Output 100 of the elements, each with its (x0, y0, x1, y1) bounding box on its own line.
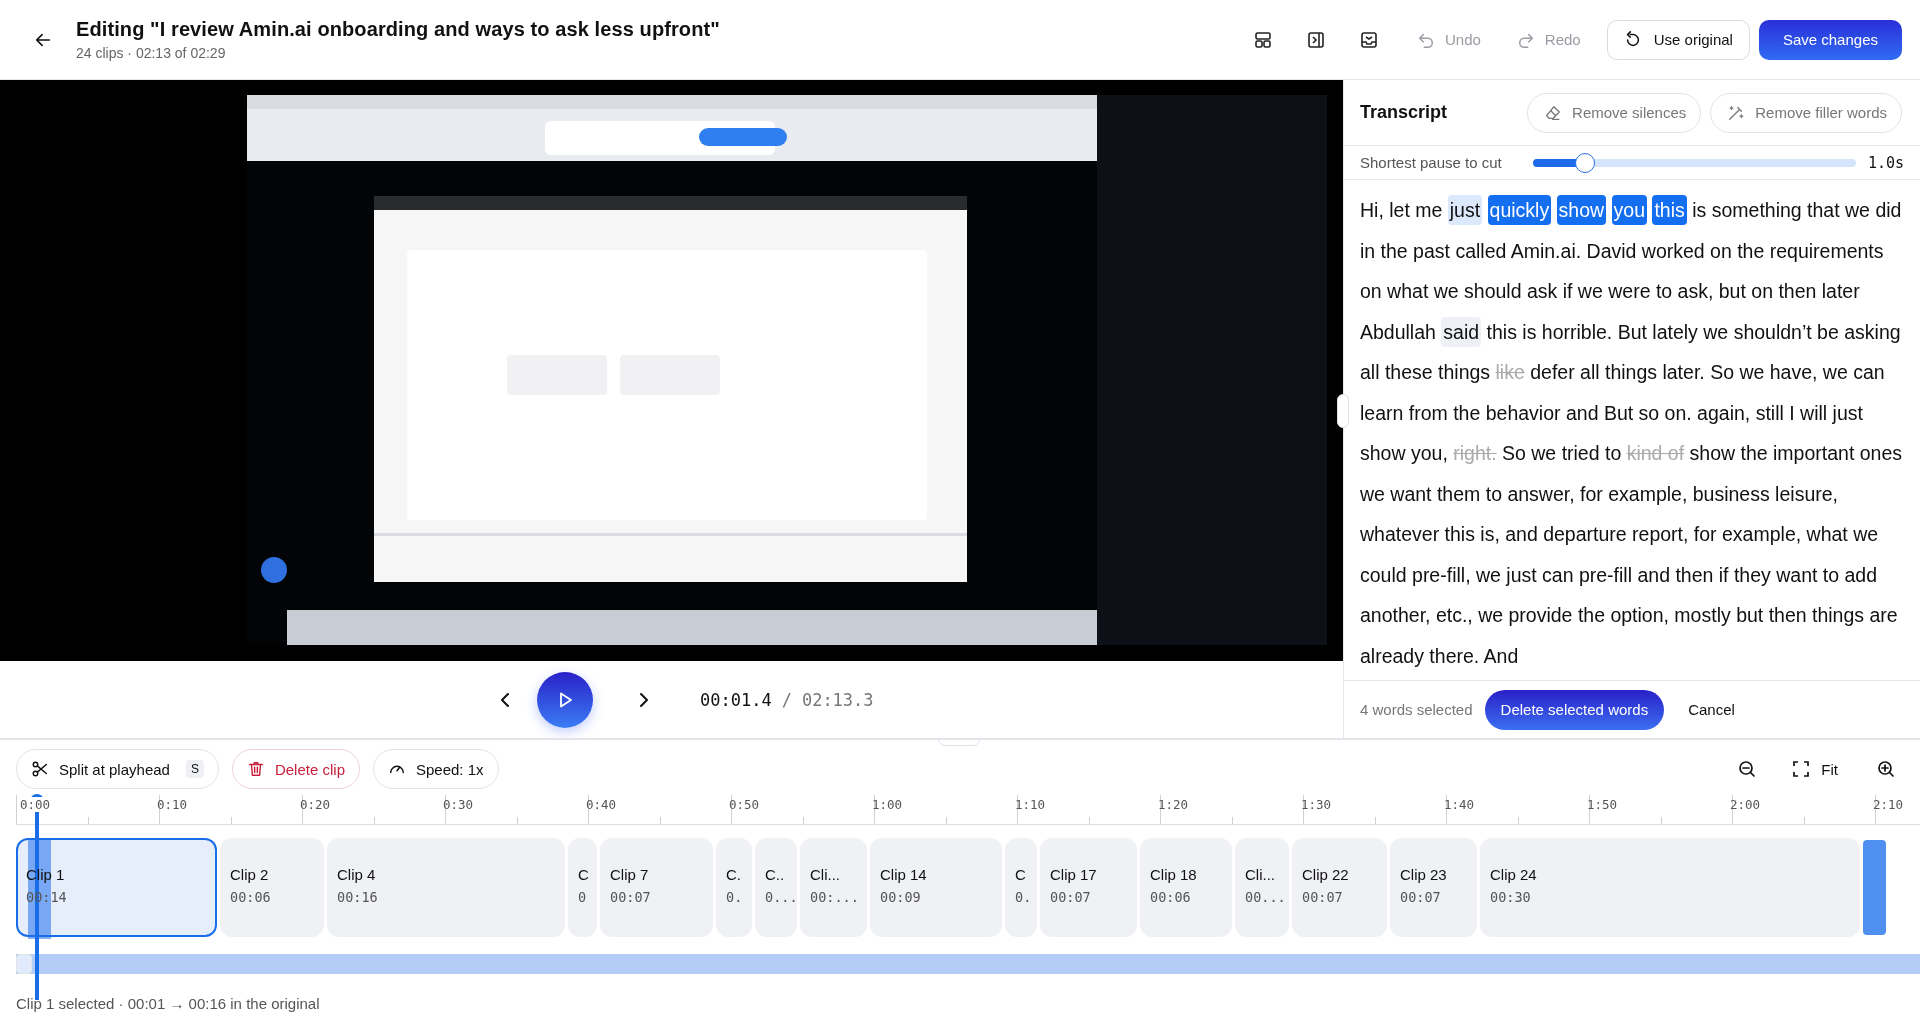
timeline-clip[interactable]: C 0. (1005, 838, 1037, 937)
clip-label: C. (726, 866, 742, 883)
timeline-clip[interactable]: Cli... 00:... (800, 838, 867, 937)
clip-label: Clip 17 (1050, 866, 1098, 883)
page-title: Editing "I review Amin.ai onboarding and ways to ask less upfront" (76, 18, 721, 41)
speed-button[interactable]: Speed: 1x (373, 749, 499, 789)
clip-label: Clip 1 (26, 866, 66, 883)
current-time: 00:01.4 (700, 689, 772, 710)
clip-label: Clip 22 (1302, 866, 1350, 883)
slider-label: Shortest pause to cut (1360, 154, 1503, 171)
timeline-clip[interactable]: Cli... 00... (1235, 838, 1289, 937)
slider-value: 1.0s (1867, 153, 1904, 172)
clip-duration: 00:07 (610, 889, 652, 905)
zoom-in-icon[interactable] (1876, 759, 1896, 779)
delete-clip-button[interactable]: Delete clip (231, 749, 360, 789)
selected-word[interactable]: this (1652, 195, 1687, 225)
clip-label: Clip 2 (230, 866, 270, 883)
timeline-clip[interactable]: Clip 2 00:06 (220, 838, 324, 937)
remove-silences-button[interactable]: Remove silences (1527, 92, 1702, 133)
clip-duration: 00:09 (880, 889, 922, 905)
ruler-label: 2:10 (1873, 797, 1904, 812)
clip-duration: 00:30 (1490, 889, 1532, 905)
timeline-clip[interactable]: Clip 4 00:16 (327, 838, 565, 937)
timeline-scrollbar[interactable] (16, 954, 1920, 974)
clip-label: C.. (765, 866, 786, 883)
timeline-clip[interactable]: Clip 18 00:06 (1140, 838, 1232, 937)
selected-word[interactable]: quickly (1487, 195, 1552, 225)
clip-duration: 00:... (810, 889, 860, 905)
clip-label: Clip 23 (1400, 866, 1448, 883)
delete-words-button[interactable]: Delete selected words (1484, 689, 1665, 730)
clip-duration: 00... (1245, 889, 1287, 905)
ruler-label: 1:20 (1158, 797, 1189, 812)
ruler-label: 0:40 (586, 797, 617, 812)
clip-duration: 0. (1015, 889, 1033, 905)
pause-slider[interactable] (1532, 152, 1857, 173)
timeline-clip[interactable]: C. 0. (716, 838, 752, 937)
status-text: Clip 1 selected · 00:01 → 00:16 in the original (16, 995, 321, 1012)
selection-count: 4 words selected (1360, 701, 1473, 718)
save-button[interactable]: Save changes (1758, 19, 1902, 60)
timeline-clip[interactable]: Clip 23 00:07 (1390, 838, 1477, 937)
clip-label: Clip 4 (337, 866, 377, 883)
clip-duration: 00:07 (1400, 889, 1442, 905)
use-original-button[interactable]: Use original (1606, 19, 1750, 60)
ruler-label: 1:30 (1301, 797, 1332, 812)
eraser-icon (1544, 103, 1563, 122)
timeline-clip[interactable]: Clip 17 00:07 (1040, 838, 1137, 937)
clip-label: Clip 7 (610, 866, 650, 883)
trim-handle[interactable] (1863, 840, 1886, 935)
cancel-button[interactable]: Cancel (1678, 695, 1745, 724)
timeline-clip[interactable]: Clip 7 00:07 (600, 838, 713, 937)
scrollbar-thumb[interactable] (16, 954, 32, 974)
clip-duration: 00:06 (1150, 889, 1192, 905)
ruler-label: 1:00 (872, 797, 903, 812)
timeline-clip[interactable]: C.. 0... (755, 838, 797, 937)
remove-filler-button[interactable]: Remove filler words (1710, 92, 1902, 133)
ruler-label: 0:00 (20, 797, 51, 812)
shortcut-key: S (185, 760, 204, 778)
selected-word[interactable]: you (1611, 195, 1647, 225)
panel-title: Transcript (1360, 102, 1448, 123)
timeline-clip[interactable]: Clip 24 00:30 (1480, 838, 1860, 937)
clip-label: Cli... (1245, 866, 1276, 883)
time-separator: / (781, 689, 792, 710)
ruler-label: 1:50 (1587, 797, 1618, 812)
ruler-label: 0:30 (443, 797, 474, 812)
timeline-clip[interactable]: Clip 22 00:07 (1292, 838, 1387, 937)
clip-duration: 0 (578, 889, 588, 905)
clip-label: Clip 24 (1490, 866, 1538, 883)
fit-button[interactable]: Fit (1787, 755, 1842, 783)
clip-duration: 00:14 (26, 889, 68, 905)
clip-label: C (1015, 866, 1027, 883)
highlighted-word[interactable]: said (1441, 316, 1482, 347)
trash-icon (246, 760, 265, 778)
tray-icon[interactable] (1359, 29, 1379, 50)
ruler-label: 1:10 (1015, 797, 1046, 812)
magic-wand-icon (1727, 103, 1746, 122)
resize-handle[interactable] (1337, 394, 1349, 428)
panel-icon[interactable] (1306, 29, 1326, 50)
timeline-clip[interactable]: Clip 1 00:14 (16, 838, 217, 937)
total-time: 02:13.3 (801, 689, 874, 710)
clip-label: Clip 14 (880, 866, 928, 883)
zoom-out-icon[interactable] (1737, 759, 1758, 779)
hovered-word[interactable]: just (1447, 195, 1483, 225)
ruler-label: 1:40 (1444, 797, 1475, 812)
timeline-clip[interactable]: Clip 14 00:09 (870, 838, 1002, 937)
play-button[interactable] (537, 671, 593, 728)
clip-label: Cli... (810, 866, 841, 883)
layout-icon[interactable] (1253, 29, 1273, 50)
ruler-label: 0:50 (729, 797, 760, 812)
clip-duration: 00:16 (337, 889, 379, 905)
clip-duration: 00:07 (1302, 889, 1344, 905)
page-subtitle: 24 clips · 02:13 of 02:29 (76, 45, 227, 61)
scissors-icon (31, 760, 49, 778)
ruler-label: 2:00 (1730, 797, 1761, 812)
clip-duration: 0... (765, 889, 797, 905)
clip-duration: 00:07 (1050, 889, 1092, 905)
clip-label: C (578, 866, 590, 883)
selected-word[interactable]: show (1556, 195, 1607, 225)
timeline-clip[interactable]: C 0 (568, 838, 597, 937)
split-button[interactable]: Split at playhead S (16, 749, 219, 789)
transcript-text: Hi, let me just quickly show you this is something that we did in the past called Amin.ai. David worked on the requirements on what we should ask if we were to ask, but on then later Abdullah said this is horrible. But lately we shouldn’t be asking all these things like defer all things later. So we have, we can learn from the behavior and But so on. again, still I will just show you, right. So we tried to kind of show the important ones we want them to answer, for example, business leisure, whatever this is, and departure report, for example, what we could pre-fill, we just can pre-fill and then if they want to add another, etc., we provide the option, mostly but then things are already there. And (1360, 190, 1904, 676)
